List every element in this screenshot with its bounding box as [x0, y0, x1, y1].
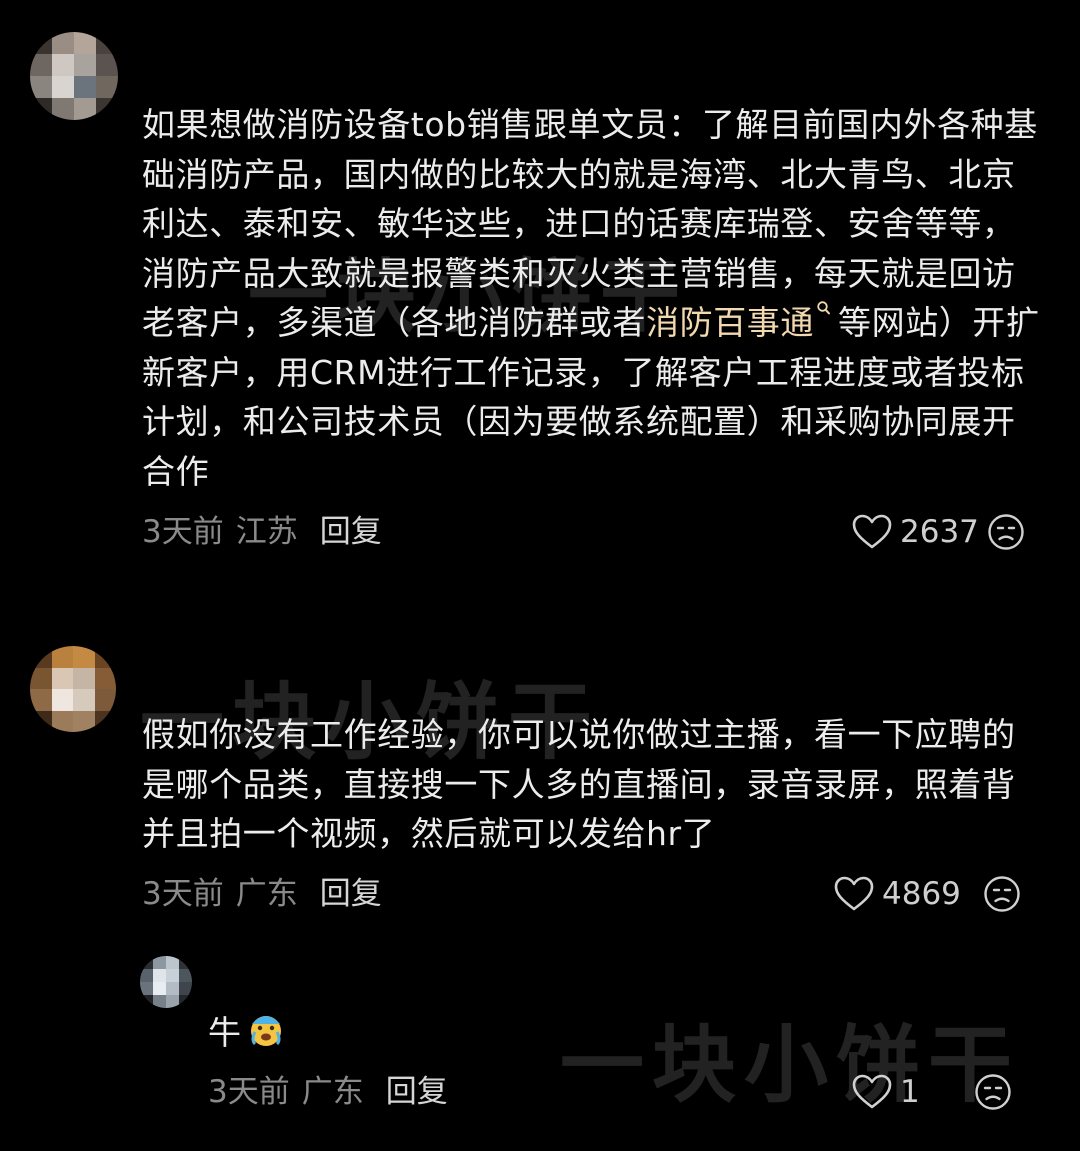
reply-button[interactable]: 回复	[320, 514, 382, 550]
comment-meta: 3天前 广东 回复	[208, 1070, 448, 1114]
unamused-face-icon[interactable]	[987, 513, 1025, 551]
search-link[interactable]: 消防百事通	[646, 303, 814, 342]
crying-face-emoji	[246, 1010, 286, 1050]
like-group: 1	[852, 1070, 1012, 1114]
comment-meta: 3天前 广东 回复	[142, 872, 382, 916]
like-group: 2637	[852, 510, 1025, 554]
comment-meta: 3天前 江苏 回复	[142, 510, 382, 554]
reply-button[interactable]: 回复	[386, 1074, 448, 1110]
comment-text-part: 牛	[208, 1013, 242, 1052]
comment-time: 3天前	[142, 876, 224, 912]
reply-item: 牛 3天前 广东 回复 1	[0, 950, 1080, 1150]
comment-item: 如果想做消防设备tob销售跟单文员：了解目前国内外各种基础消防产品，国内做的比较…	[0, 0, 1080, 570]
unamused-face-icon[interactable]	[983, 875, 1021, 913]
comment-time: 3天前	[142, 514, 224, 550]
like-count: 2637	[900, 514, 979, 550]
comment-text: 假如你没有工作经验，你可以说你做过主播，看一下应聘的是哪个品类，直接搜一下人多的…	[142, 715, 1016, 853]
comment-location: 江苏	[235, 514, 298, 550]
like-count: 1	[900, 1074, 920, 1110]
comment-location: 广东	[235, 876, 298, 912]
reply-button[interactable]: 回复	[320, 876, 382, 912]
avatar[interactable]	[30, 32, 118, 120]
comment-location: 广东	[301, 1074, 364, 1110]
heart-outline-icon[interactable]	[834, 876, 874, 912]
heart-outline-icon[interactable]	[852, 1074, 892, 1110]
comment-item: 假如你没有工作经验，你可以说你做过主播，看一下应聘的是哪个品类，直接搜一下人多的…	[0, 630, 1080, 930]
avatar[interactable]	[140, 956, 192, 1008]
like-count: 4869	[882, 876, 961, 912]
comment-time: 3天前	[208, 1074, 290, 1110]
like-group: 4869	[834, 872, 1021, 916]
avatar[interactable]	[30, 646, 116, 732]
unamused-face-icon[interactable]	[974, 1073, 1012, 1111]
comment-text: 如果想做消防设备tob销售跟单文员：了解目前国内外各种基础消防产品，国内做的比较…	[142, 100, 1042, 496]
heart-outline-icon[interactable]	[852, 514, 892, 550]
comment-text: 牛	[208, 1008, 508, 1058]
search-icon[interactable]	[816, 298, 832, 318]
